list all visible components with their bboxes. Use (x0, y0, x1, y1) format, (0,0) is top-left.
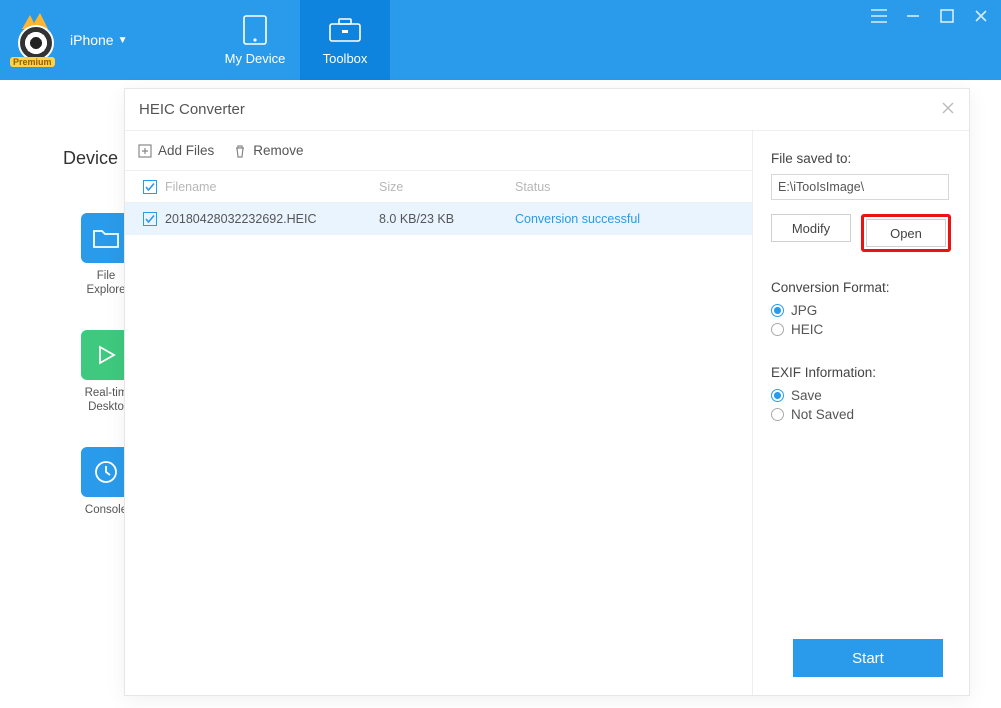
col-status: Status (515, 180, 752, 194)
add-files-button[interactable]: Add Files (137, 143, 214, 158)
tab-my-device[interactable]: My Device (210, 0, 300, 80)
menu-icon[interactable] (869, 6, 889, 26)
tablet-icon (237, 15, 273, 45)
cell-status: Conversion successful (515, 212, 752, 226)
dialog-left-pane: Add Files Remove Filename Size Status (125, 131, 753, 695)
radio-icon (771, 304, 784, 317)
device-name: iPhone (70, 32, 114, 48)
tile-label: File Explore (87, 269, 126, 298)
button-label: Remove (253, 143, 303, 158)
dialog-toolbar: Add Files Remove (125, 131, 752, 171)
logo-area: Premium iPhone ▼ (0, 0, 210, 80)
maximize-icon[interactable] (937, 6, 957, 26)
radio-exif-not-saved[interactable]: Not Saved (771, 407, 955, 422)
tab-label: Toolbox (323, 51, 368, 66)
close-icon[interactable] (941, 99, 955, 120)
col-filename: Filename (163, 180, 379, 194)
saved-to-path[interactable]: E:\iTooIsImage\ (771, 174, 949, 200)
conversion-format-section: Conversion Format: JPG HEIC (771, 280, 955, 337)
button-label: Add Files (158, 143, 214, 158)
path-buttons: Modify Open (771, 214, 955, 252)
minimize-icon[interactable] (903, 6, 923, 26)
radio-exif-save[interactable]: Save (771, 388, 955, 403)
briefcase-icon (327, 15, 363, 45)
close-icon[interactable] (971, 6, 991, 26)
modify-button[interactable]: Modify (771, 214, 851, 242)
start-button[interactable]: Start (793, 639, 943, 677)
remove-button[interactable]: Remove (232, 143, 303, 158)
plus-square-icon (137, 143, 152, 158)
dialog-right-pane: File saved to: E:\iTooIsImage\ Modify Op… (753, 131, 969, 695)
content-area: Device File Explore Real-tim Deskto Cons… (0, 80, 1001, 708)
col-size: Size (379, 180, 515, 194)
exif-label: EXIF Information: (771, 365, 955, 380)
dialog-body: Add Files Remove Filename Size Status (125, 131, 969, 695)
radio-icon (771, 323, 784, 336)
row-checkbox[interactable] (143, 212, 157, 226)
format-label: Conversion Format: (771, 280, 955, 295)
cell-size: 8.0 KB/23 KB (379, 212, 515, 226)
table-header: Filename Size Status (125, 171, 752, 203)
app-header: Premium iPhone ▼ My Device Toolbox (0, 0, 1001, 80)
open-button[interactable]: Open (866, 219, 946, 247)
tile-label: Real-tim Deskto (85, 386, 128, 415)
exif-section: EXIF Information: Save Not Saved (771, 365, 955, 422)
saved-to-label: File saved to: (771, 151, 955, 166)
radio-icon (771, 408, 784, 421)
radio-heic[interactable]: HEIC (771, 322, 955, 337)
tile-label: Console (85, 503, 127, 517)
open-button-highlight: Open (861, 214, 951, 252)
table-row[interactable]: 20180428032232692.HEIC 8.0 KB/23 KB Conv… (125, 203, 752, 235)
app-logo-icon: Premium (12, 15, 62, 65)
chevron-down-icon: ▼ (118, 35, 128, 46)
device-selector[interactable]: iPhone ▼ (70, 32, 128, 48)
radio-icon (771, 389, 784, 402)
tab-toolbox[interactable]: Toolbox (300, 0, 390, 80)
nav-tabs: My Device Toolbox (210, 0, 390, 80)
section-label-device: Device (63, 148, 118, 169)
window-controls (869, 6, 991, 26)
premium-badge: Premium (10, 57, 55, 67)
dialog-title: HEIC Converter (125, 89, 969, 131)
radio-jpg[interactable]: JPG (771, 303, 955, 318)
cell-filename: 20180428032232692.HEIC (163, 212, 379, 226)
heic-converter-dialog: HEIC Converter Add Files Remove (124, 88, 970, 696)
tab-label: My Device (225, 51, 286, 66)
select-all-checkbox[interactable] (143, 180, 157, 194)
trash-icon (232, 143, 247, 158)
